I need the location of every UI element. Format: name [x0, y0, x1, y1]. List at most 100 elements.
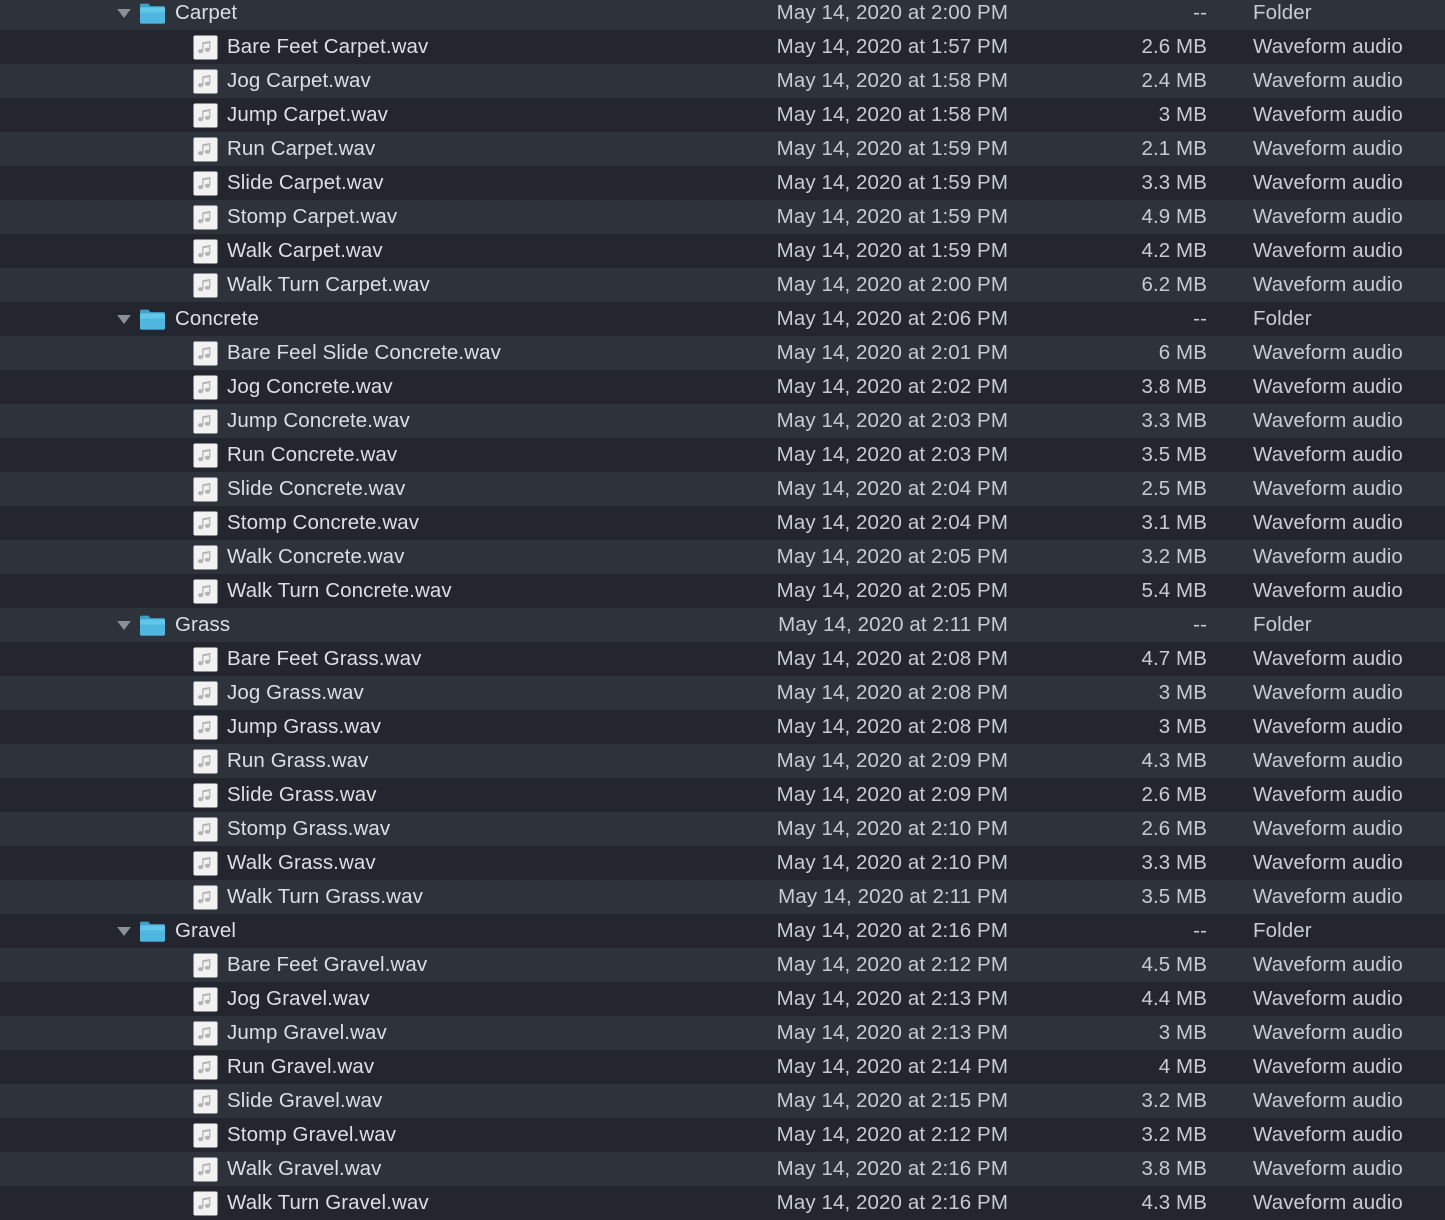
music-note-icon — [193, 885, 218, 910]
size-cell: 3.5 MB — [1141, 443, 1207, 466]
file-row[interactable]: Jump Carpet.wav May 14, 2020 at 1:58 PM 3 … — [0, 98, 1445, 132]
music-note-icon — [193, 273, 218, 298]
size-cell: 4.3 MB — [1141, 1191, 1207, 1214]
music-note-icon — [193, 103, 218, 128]
file-list[interactable]: Carpet May 14, 2020 at 2:00 PM -- Folder Bar… — [0, 0, 1445, 1220]
kind-cell: Folder — [1253, 1, 1312, 24]
file-name: Jog Gravel.wav — [227, 987, 370, 1010]
date-modified-cell: May 14, 2020 at 2:03 PM — [776, 409, 1008, 432]
music-note-icon — [193, 1021, 218, 1046]
date-modified-cell: May 14, 2020 at 2:00 PM — [776, 1, 1008, 24]
folder-row[interactable]: Concrete May 14, 2020 at 2:06 PM -- Folder — [0, 302, 1445, 336]
file-row[interactable]: Slide Gravel.wav May 14, 2020 at 2:15 PM 3… — [0, 1084, 1445, 1118]
name-cell: Jog Concrete.wav — [0, 370, 393, 404]
music-note-icon — [193, 681, 218, 706]
file-name: Jog Concrete.wav — [227, 375, 393, 398]
chevron-down-icon[interactable] — [114, 302, 134, 336]
file-row[interactable]: Walk Turn Carpet.wav May 14, 2020 at 2:00… — [0, 268, 1445, 302]
file-row[interactable]: Stomp Carpet.wav May 14, 2020 at 1:59 PM 4… — [0, 200, 1445, 234]
file-row[interactable]: Walk Concrete.wav May 14, 2020 at 2:05 PM… — [0, 540, 1445, 574]
kind-cell: Waveform audio — [1253, 681, 1403, 704]
file-name: Jump Grass.wav — [227, 715, 382, 738]
file-row[interactable]: Slide Carpet.wav May 14, 2020 at 1:59 PM 3… — [0, 166, 1445, 200]
music-note-icon — [193, 1191, 218, 1216]
file-name: Walk Concrete.wav — [227, 545, 405, 568]
size-cell: 2.6 MB — [1141, 817, 1207, 840]
date-modified-cell: May 14, 2020 at 1:58 PM — [776, 103, 1008, 126]
file-row[interactable]: Run Carpet.wav May 14, 2020 at 1:59 PM 2.1… — [0, 132, 1445, 166]
chevron-down-icon[interactable] — [114, 608, 134, 642]
file-row[interactable]: Jump Concrete.wav May 14, 2020 at 2:03 PM… — [0, 404, 1445, 438]
size-cell: 3.8 MB — [1141, 375, 1207, 398]
name-cell: Gravel — [0, 914, 236, 948]
music-note-icon — [193, 35, 218, 60]
folder-row[interactable]: Gravel May 14, 2020 at 2:16 PM -- Folder — [0, 914, 1445, 948]
file-row[interactable]: Stomp Gravel.wav May 14, 2020 at 2:12 PM 3… — [0, 1118, 1445, 1152]
file-row[interactable]: Walk Gravel.wav May 14, 2020 at 2:16 PM 3.… — [0, 1152, 1445, 1186]
folder-row[interactable]: Carpet May 14, 2020 at 2:00 PM -- Folder — [0, 0, 1445, 30]
name-cell: Slide Concrete.wav — [0, 472, 405, 506]
file-row[interactable]: Bare Feet Grass.wav May 14, 2020 at 2:08 … — [0, 642, 1445, 676]
kind-cell: Waveform audio — [1253, 205, 1403, 228]
file-name: Jump Carpet.wav — [227, 103, 389, 126]
name-cell: Bare Feet Carpet.wav — [0, 30, 428, 64]
file-name: Run Grass.wav — [227, 749, 369, 772]
name-cell: Stomp Gravel.wav — [0, 1118, 396, 1152]
music-note-icon — [193, 749, 218, 774]
name-cell: Jog Grass.wav — [0, 676, 364, 710]
file-row[interactable]: Jump Grass.wav May 14, 2020 at 2:08 PM 3 M… — [0, 710, 1445, 744]
file-row[interactable]: Stomp Concrete.wav May 14, 2020 at 2:04 P… — [0, 506, 1445, 540]
folder-row[interactable]: Grass May 14, 2020 at 2:11 PM -- Folder — [0, 608, 1445, 642]
folder-name: Grass — [175, 613, 231, 636]
date-modified-cell: May 14, 2020 at 2:06 PM — [776, 307, 1008, 330]
file-row[interactable]: Walk Carpet.wav May 14, 2020 at 1:59 PM 4.… — [0, 234, 1445, 268]
kind-cell: Waveform audio — [1253, 443, 1403, 466]
name-cell: Bare Feet Grass.wav — [0, 642, 421, 676]
kind-cell: Folder — [1253, 307, 1312, 330]
size-cell: 4.2 MB — [1141, 239, 1207, 262]
name-cell: Jump Carpet.wav — [0, 98, 388, 132]
file-row[interactable]: Bare Feet Gravel.wav May 14, 2020 at 2:12… — [0, 948, 1445, 982]
name-cell: Run Grass.wav — [0, 744, 368, 778]
file-row[interactable]: Jog Concrete.wav May 14, 2020 at 2:02 PM 3… — [0, 370, 1445, 404]
file-row[interactable]: Jog Carpet.wav May 14, 2020 at 1:58 PM 2.4… — [0, 64, 1445, 98]
chevron-down-icon[interactable] — [114, 914, 134, 948]
size-cell: 3.3 MB — [1141, 851, 1207, 874]
kind-cell: Waveform audio — [1253, 579, 1403, 602]
kind-cell: Waveform audio — [1253, 171, 1403, 194]
file-row[interactable]: Run Gravel.wav May 14, 2020 at 2:14 PM 4 M… — [0, 1050, 1445, 1084]
file-row[interactable]: Walk Turn Concrete.wav May 14, 2020 at 2:… — [0, 574, 1445, 608]
kind-cell: Waveform audio — [1253, 851, 1403, 874]
file-row[interactable]: Walk Turn Gravel.wav May 14, 2020 at 2:16… — [0, 1186, 1445, 1220]
file-row[interactable]: Stomp Grass.wav May 14, 2020 at 2:10 PM 2.… — [0, 812, 1445, 846]
file-row[interactable]: Slide Grass.wav May 14, 2020 at 2:09 PM 2.… — [0, 778, 1445, 812]
file-row[interactable]: Walk Turn Grass.wav May 14, 2020 at 2:11 … — [0, 880, 1445, 914]
kind-cell: Waveform audio — [1253, 1157, 1403, 1180]
file-name: Walk Carpet.wav — [227, 239, 383, 262]
name-cell: Jump Grass.wav — [0, 710, 381, 744]
name-cell: Run Gravel.wav — [0, 1050, 374, 1084]
name-cell: Stomp Concrete.wav — [0, 506, 419, 540]
date-modified-cell: May 14, 2020 at 2:13 PM — [776, 987, 1008, 1010]
file-row[interactable]: Run Concrete.wav May 14, 2020 at 2:03 PM 3… — [0, 438, 1445, 472]
file-row[interactable]: Run Grass.wav May 14, 2020 at 2:09 PM 4.3 … — [0, 744, 1445, 778]
kind-cell: Waveform audio — [1253, 1055, 1403, 1078]
file-row[interactable]: Jog Gravel.wav May 14, 2020 at 2:13 PM 4.4… — [0, 982, 1445, 1016]
file-row[interactable]: Slide Concrete.wav May 14, 2020 at 2:04 P… — [0, 472, 1445, 506]
chevron-down-icon[interactable] — [114, 0, 134, 30]
kind-cell: Waveform audio — [1253, 1089, 1403, 1112]
folder-name: Gravel — [175, 919, 236, 942]
kind-cell: Waveform audio — [1253, 987, 1403, 1010]
file-row[interactable]: Jog Grass.wav May 14, 2020 at 2:08 PM 3 MB… — [0, 676, 1445, 710]
file-row[interactable]: Jump Gravel.wav May 14, 2020 at 2:13 PM 3 … — [0, 1016, 1445, 1050]
size-cell: 2.6 MB — [1141, 783, 1207, 806]
file-row[interactable]: Bare Feet Carpet.wav May 14, 2020 at 1:57… — [0, 30, 1445, 64]
kind-cell: Waveform audio — [1253, 477, 1403, 500]
date-modified-cell: May 14, 2020 at 2:02 PM — [776, 375, 1008, 398]
kind-cell: Waveform audio — [1253, 885, 1403, 908]
date-modified-cell: May 14, 2020 at 2:16 PM — [776, 1157, 1008, 1180]
music-note-icon — [193, 817, 218, 842]
file-row[interactable]: Bare Feel Slide Concrete.wav May 14, 2020… — [0, 336, 1445, 370]
date-modified-cell: May 14, 2020 at 2:00 PM — [776, 273, 1008, 296]
file-row[interactable]: Walk Grass.wav May 14, 2020 at 2:10 PM 3.3… — [0, 846, 1445, 880]
